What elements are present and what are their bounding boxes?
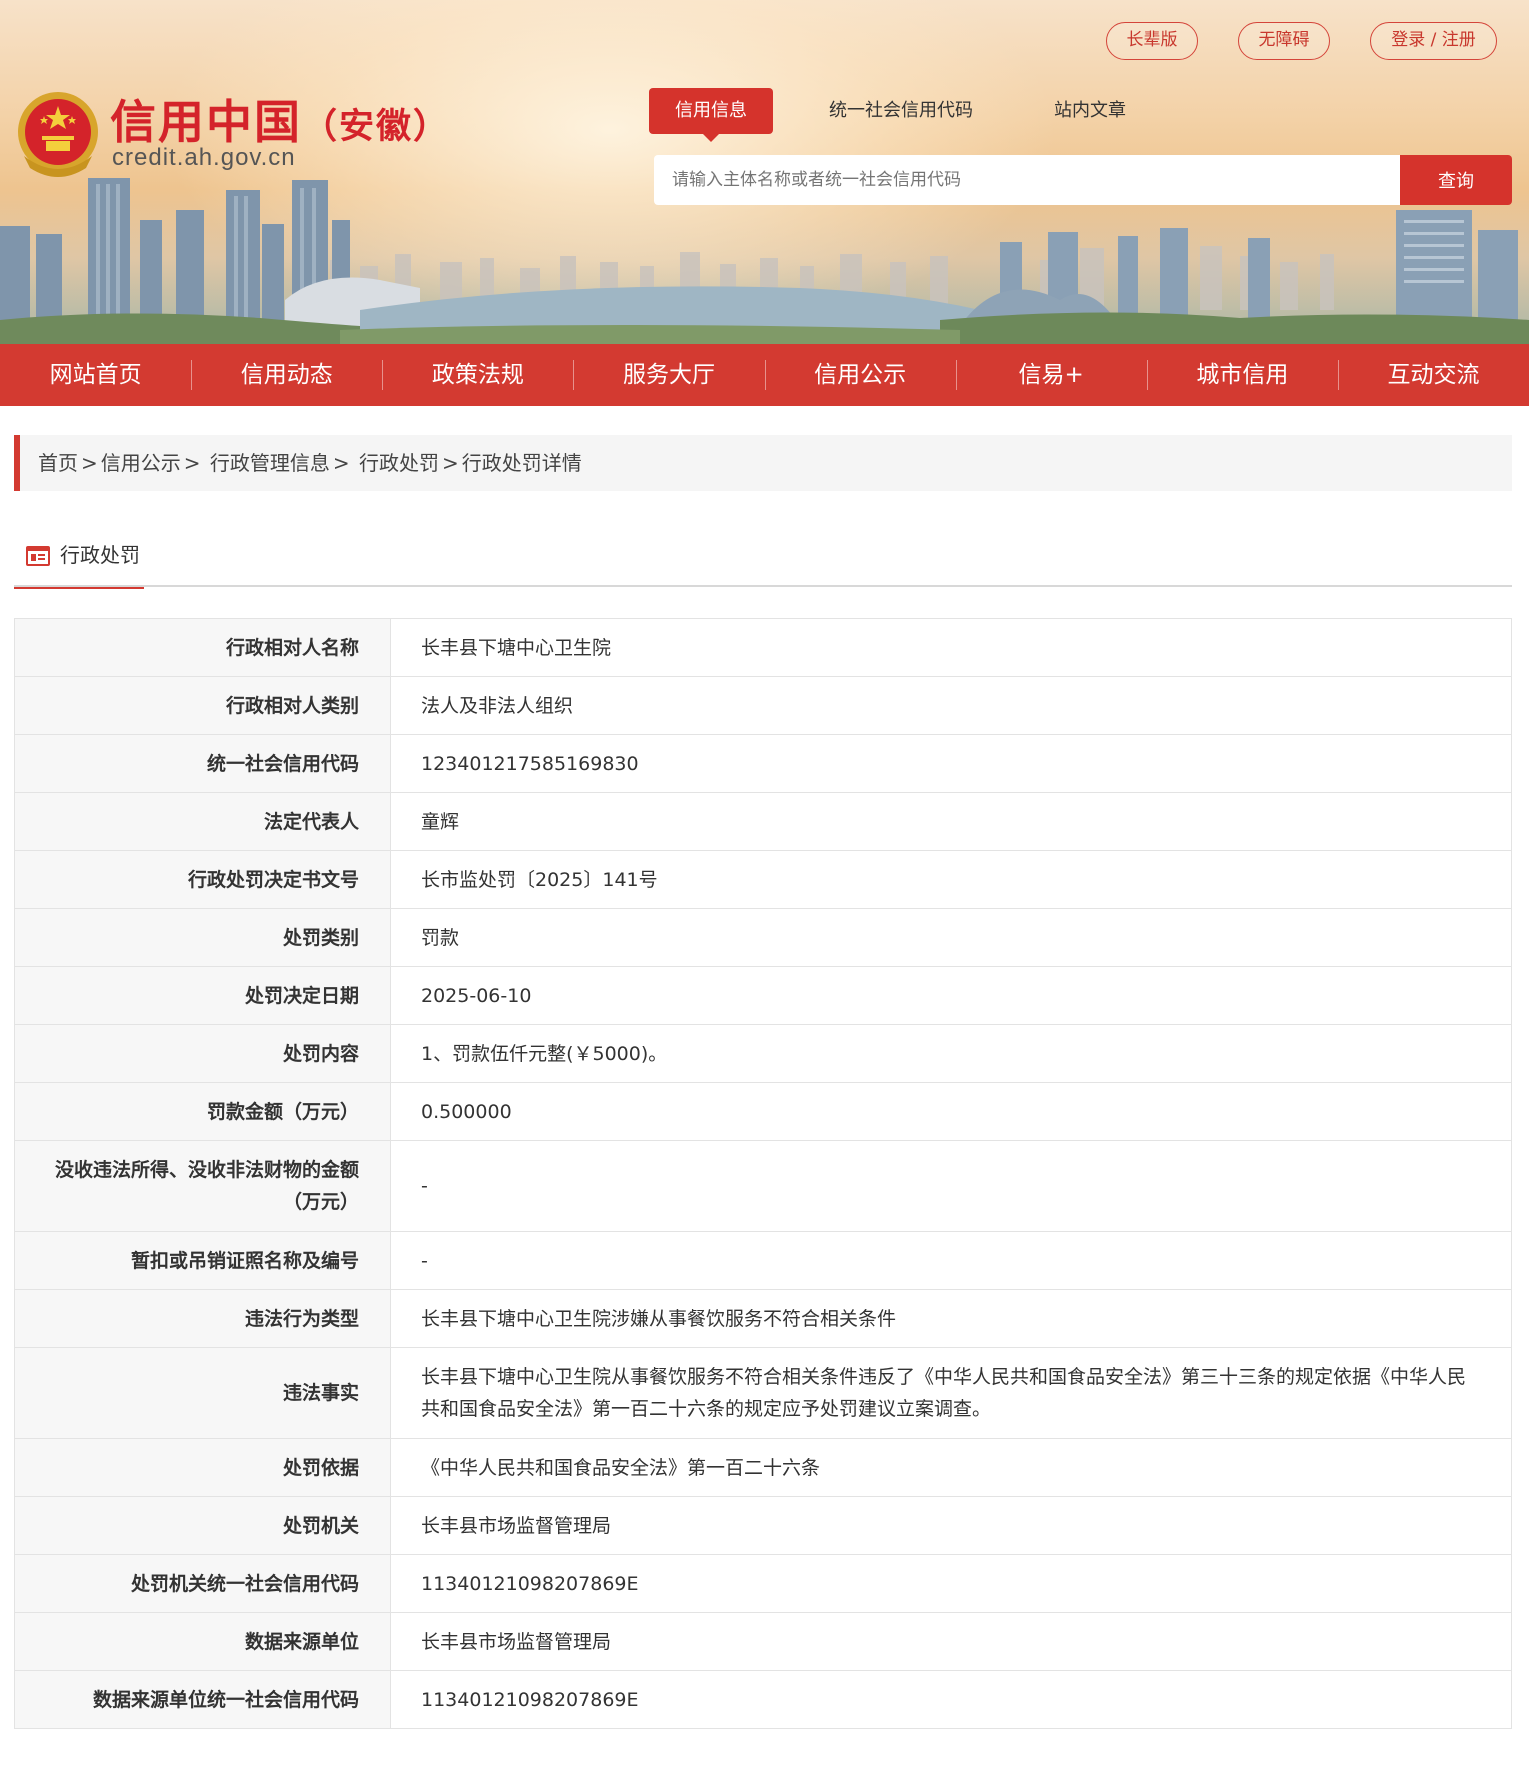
table-row: 处罚类别 罚款 <box>14 908 1512 967</box>
row-label: 处罚机关统一社会信用代码 <box>14 1554 391 1613</box>
row-value: 2025-06-10 <box>390 966 1512 1025</box>
nav-item-service-hall[interactable]: 服务大厅 <box>573 344 764 406</box>
row-value: 长丰县下塘中心卫生院从事餐饮服务不符合相关条件违反了《中华人民共和国食品安全法》… <box>390 1347 1512 1439</box>
row-label: 行政相对人名称 <box>14 618 391 677</box>
row-value: 长丰县下塘中心卫生院涉嫌从事餐饮服务不符合相关条件 <box>390 1289 1512 1348</box>
tab-credit-code[interactable]: 统一社会信用代码 <box>816 88 986 134</box>
search-button[interactable]: 查询 <box>1400 155 1512 205</box>
row-value: 长丰县下塘中心卫生院 <box>390 618 1512 677</box>
row-label: 没收违法所得、没收非法财物的金额（万元） <box>14 1140 391 1232</box>
breadcrumb-separator: > <box>183 451 201 475</box>
row-value: 长丰县市场监督管理局 <box>390 1612 1512 1671</box>
breadcrumb-separator: > <box>81 451 98 475</box>
row-label: 违法行为类型 <box>14 1289 391 1348</box>
table-row: 处罚内容 1、罚款伍仟元整(￥5000)。 <box>14 1024 1512 1083</box>
table-row: 法定代表人 童辉 <box>14 792 1512 851</box>
document-list-icon <box>26 546 50 566</box>
elder-version-button[interactable]: 长辈版 <box>1106 22 1198 60</box>
row-label: 处罚决定日期 <box>14 966 391 1025</box>
row-value: 11340121098207869E <box>390 1670 1512 1729</box>
section-tab: 行政处罚 <box>14 530 144 589</box>
penalty-detail-table: 行政相对人名称 长丰县下塘中心卫生院 行政相对人类别 法人及非法人组织 统一社会信用… <box>14 618 1512 1729</box>
breadcrumb-penalty[interactable]: 行政处罚 <box>359 451 439 475</box>
breadcrumb-separator: > <box>442 451 459 475</box>
row-value: 《中华人民共和国食品安全法》第一百二十六条 <box>390 1438 1512 1497</box>
table-row: 行政相对人类别 法人及非法人组织 <box>14 676 1512 735</box>
row-value: 123401217585169830 <box>390 734 1512 793</box>
row-value: 罚款 <box>390 908 1512 967</box>
row-label: 暂扣或吊销证照名称及编号 <box>14 1231 391 1290</box>
breadcrumb-admin-info[interactable]: 行政管理信息 <box>210 451 330 475</box>
row-label: 法定代表人 <box>14 792 391 851</box>
breadcrumb-credit-publicity[interactable]: 信用公示 <box>101 451 181 475</box>
table-row: 违法事实 长丰县下塘中心卫生院从事餐饮服务不符合相关条件违反了《中华人民共和国食品… <box>14 1347 1512 1439</box>
row-label: 行政相对人类别 <box>14 676 391 735</box>
login-register-button[interactable]: 登录 / 注册 <box>1370 22 1497 60</box>
breadcrumb-separator: > <box>332 451 350 475</box>
row-value: 1、罚款伍仟元整(￥5000)。 <box>390 1024 1512 1083</box>
site-title-main: 信用中国 <box>110 95 302 149</box>
table-row: 行政相对人名称 长丰县下塘中心卫生院 <box>14 618 1512 677</box>
table-row: 没收违法所得、没收非法财物的金额（万元） - <box>14 1140 1512 1232</box>
site-domain: credit.ah.gov.cn <box>112 144 296 171</box>
table-row: 统一社会信用代码 123401217585169830 <box>14 734 1512 793</box>
tab-credit-info[interactable]: 信用信息 <box>649 88 773 142</box>
nav-item-home[interactable]: 网站首页 <box>0 344 191 406</box>
row-label: 行政处罚决定书文号 <box>14 850 391 909</box>
row-value: 长丰县市场监督管理局 <box>390 1496 1512 1555</box>
row-value: 童辉 <box>390 792 1512 851</box>
row-label: 数据来源单位 <box>14 1612 391 1671</box>
search-input[interactable] <box>654 155 1400 205</box>
accessibility-button[interactable]: 无障碍 <box>1238 22 1330 60</box>
row-label: 统一社会信用代码 <box>14 734 391 793</box>
nav-item-policy[interactable]: 政策法规 <box>382 344 573 406</box>
table-row: 处罚机关统一社会信用代码 11340121098207869E <box>14 1554 1512 1613</box>
table-row: 行政处罚决定书文号 长市监处罚〔2025〕141号 <box>14 850 1512 909</box>
breadcrumb-current: 行政处罚详情 <box>461 451 582 475</box>
site-header: 信用中国（安徽） credit.ah.gov.cn 长辈版 无障碍 登录 / 注… <box>0 0 1529 344</box>
table-row: 违法行为类型 长丰县下塘中心卫生院涉嫌从事餐饮服务不符合相关条件 <box>14 1289 1512 1348</box>
row-label: 处罚类别 <box>14 908 391 967</box>
table-row: 暂扣或吊销证照名称及编号 - <box>14 1231 1512 1290</box>
section-title: 行政处罚 <box>60 543 140 567</box>
main-nav: 网站首页 信用动态 政策法规 服务大厅 信用公示 信易+ 城市信用 互动交流 <box>0 344 1529 406</box>
row-value: - <box>390 1140 1512 1232</box>
row-label: 处罚内容 <box>14 1024 391 1083</box>
nav-item-city-credit[interactable]: 城市信用 <box>1146 344 1338 406</box>
section-header: 行政处罚 <box>14 530 1512 589</box>
row-value: 法人及非法人组织 <box>390 676 1512 735</box>
site-title: 信用中国（安徽） <box>110 86 450 152</box>
table-row: 数据来源单位统一社会信用代码 11340121098207869E <box>14 1670 1512 1729</box>
row-value: 长市监处罚〔2025〕141号 <box>390 850 1512 909</box>
row-label: 数据来源单位统一社会信用代码 <box>14 1670 391 1729</box>
table-row: 处罚依据 《中华人民共和国食品安全法》第一百二十六条 <box>14 1438 1512 1497</box>
site-title-province: （安徽） <box>302 107 451 147</box>
nav-item-credit-news[interactable]: 信用动态 <box>191 344 382 406</box>
table-row: 处罚机关 长丰县市场监督管理局 <box>14 1496 1512 1555</box>
nav-item-xinyi-plus[interactable]: 信易+ <box>955 344 1147 406</box>
national-emblem-icon <box>18 92 98 177</box>
table-row: 处罚决定日期 2025-06-10 <box>14 966 1512 1025</box>
row-label: 处罚机关 <box>14 1496 391 1555</box>
row-label: 处罚依据 <box>14 1438 391 1497</box>
nav-item-interaction[interactable]: 互动交流 <box>1337 344 1529 406</box>
row-value: 0.500000 <box>390 1082 1512 1141</box>
row-value: - <box>390 1231 1512 1290</box>
table-row: 数据来源单位 长丰县市场监督管理局 <box>14 1612 1512 1671</box>
row-label: 违法事实 <box>14 1347 391 1439</box>
breadcrumb-home[interactable]: 首页 <box>38 451 78 475</box>
nav-item-credit-publicity[interactable]: 信用公示 <box>764 344 956 406</box>
tab-site-articles[interactable]: 站内文章 <box>1040 88 1140 134</box>
row-label: 罚款金额（万元） <box>14 1082 391 1141</box>
table-row: 罚款金额（万元） 0.500000 <box>14 1082 1512 1141</box>
breadcrumb: 首页 > 信用公示 > 行政管理信息 > 行政处罚 > 行政处罚详情 <box>14 435 1512 491</box>
row-value: 11340121098207869E <box>390 1554 1512 1613</box>
